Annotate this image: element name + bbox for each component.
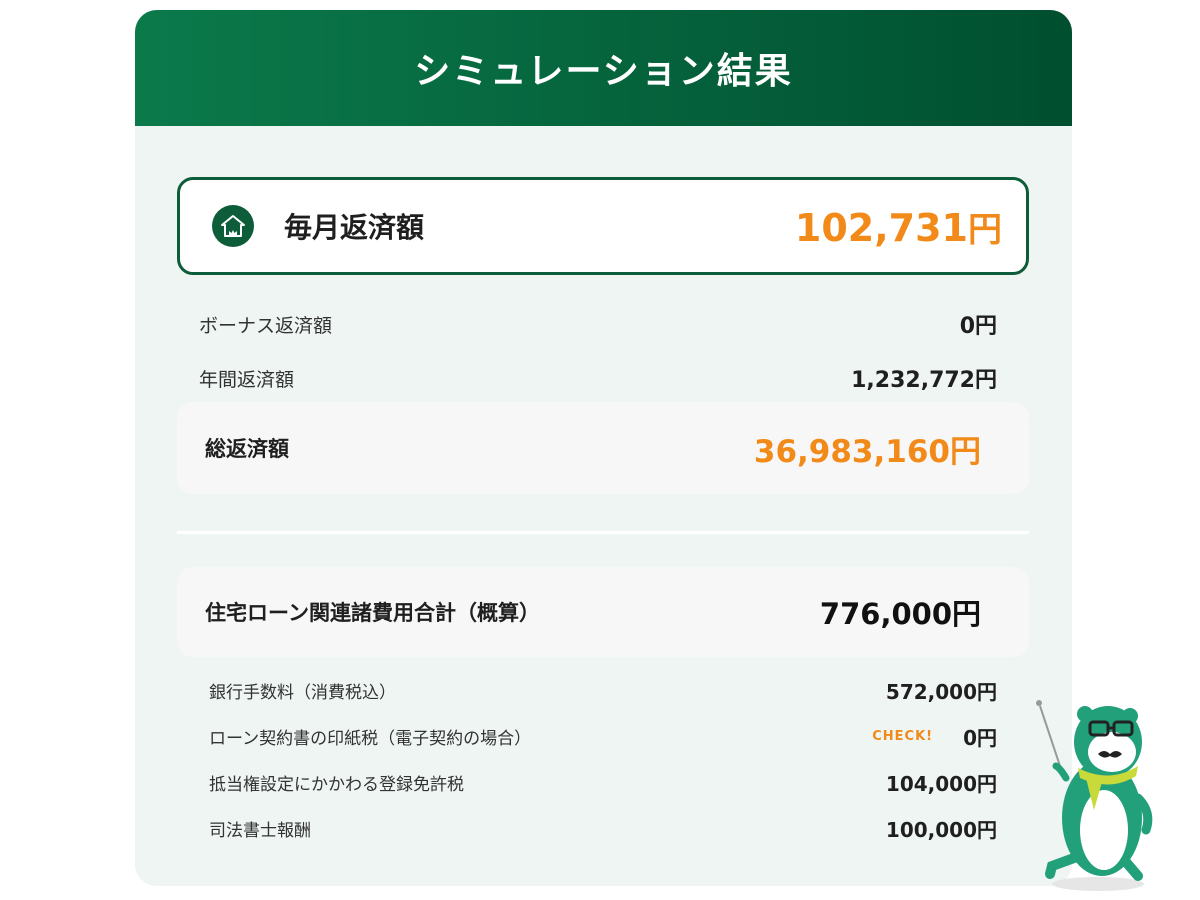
monthly-payment-value: 102,731円 — [794, 205, 1002, 250]
bonus-payment-row: ボーナス返済額 0円 — [199, 308, 997, 340]
monthly-payment-box: 毎月返済額 102,731円 — [177, 177, 1029, 275]
annual-payment-value: 1,232,772円 — [851, 368, 997, 393]
annual-payment-row: 年間返済額 1,232,772円 — [199, 362, 997, 394]
total-payment-value: 36,983,160円 — [753, 433, 981, 470]
mascot-character-icon — [1036, 700, 1153, 891]
fee-item-label: ローン契約書の印紙税（電子契約の場合） — [209, 729, 532, 749]
monthly-payment-label: 毎月返済額 — [284, 211, 425, 244]
fees-total-box: 住宅ローン関連諸費用合計（概算） 776,000円 — [177, 567, 1029, 657]
fee-item-registration-tax: 抵当権設定にかかわる登録免許税 104,000円 — [209, 768, 997, 797]
fee-item-value: 572,000円 — [885, 680, 997, 704]
total-payment-label: 総返済額 — [205, 437, 289, 461]
divider — [177, 531, 1029, 534]
bonus-payment-value: 0円 — [959, 314, 997, 339]
fees-total-value: 776,000円 — [819, 597, 981, 631]
house-icon — [212, 205, 254, 247]
annual-payment-label: 年間返済額 — [199, 368, 295, 391]
fee-item-scrivener-fee: 司法書士報酬 100,000円 — [209, 814, 997, 843]
fee-item-label: 銀行手数料（消費税込） — [209, 683, 396, 703]
fee-item-value: 104,000円 — [885, 772, 997, 796]
fee-item-value: 100,000円 — [885, 818, 997, 842]
total-payment-box: 総返済額 36,983,160円 — [177, 402, 1029, 494]
fee-item-label: 抵当権設定にかかわる登録免許税 — [209, 775, 464, 795]
result-card: シミュレーション結果 毎月返済額 102,731円 ボーナス返済額 0円 年間返… — [135, 10, 1072, 886]
fee-item-label: 司法書士報酬 — [209, 821, 311, 841]
fee-item-value: 0円 — [963, 726, 997, 750]
result-header: シミュレーション結果 — [135, 10, 1072, 126]
bonus-payment-label: ボーナス返済額 — [199, 314, 333, 337]
fees-total-label: 住宅ローン関連諸費用合計（概算） — [205, 601, 540, 625]
fee-item-bank-fee: 銀行手数料（消費税込） 572,000円 — [209, 676, 997, 705]
check-badge[interactable]: CHECK! — [872, 729, 933, 744]
page-title: シミュレーション結果 — [414, 51, 793, 92]
fee-item-stamp-tax: ローン契約書の印紙税（電子契約の場合） CHECK! 0円 — [209, 722, 997, 751]
